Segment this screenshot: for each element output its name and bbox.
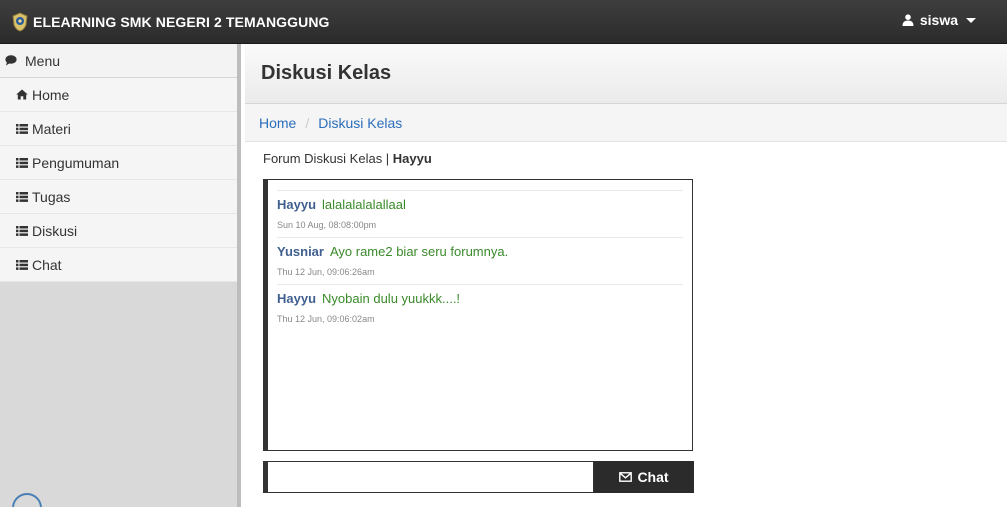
chevron-down-icon xyxy=(966,17,976,23)
forum-title: Forum Diskusi Kelas | Hayyu xyxy=(263,151,432,166)
forum-title-user: Hayyu xyxy=(392,151,432,166)
sidebar-item-label: Pengumuman xyxy=(32,154,120,171)
message-text: lalalalalalallaal xyxy=(322,197,406,212)
sidebar-item-pengumuman[interactable]: Pengumuman xyxy=(0,146,237,180)
sidebar-item-label: Tugas xyxy=(32,188,71,205)
sidebar-item-diskusi[interactable]: Diskusi xyxy=(0,214,237,248)
message-time: Thu 12 Jun, 09:06:02am xyxy=(277,314,375,324)
breadcrumb-separator: / xyxy=(305,114,310,131)
envelope-icon xyxy=(619,472,633,482)
message-time: Sun 10 Aug, 08:08:00pm xyxy=(277,220,377,230)
sidebar: Menu Home Materi Pengumuman Tugas Diskus… xyxy=(0,44,241,507)
main-content: Diskusi Kelas Home / Diskusi Kelas Forum… xyxy=(245,44,1007,507)
user-menu[interactable]: siswa xyxy=(902,12,976,28)
message-user: Hayyu xyxy=(277,291,317,306)
page-title: Diskusi Kelas xyxy=(261,62,392,84)
chat-messages-box[interactable]: Hayyu lalalalalalallaal Sun 10 Aug, 08:08… xyxy=(263,179,693,451)
breadcrumb-home-link[interactable]: Home xyxy=(259,115,296,131)
list-icon xyxy=(16,259,28,270)
school-emblem-icon xyxy=(12,12,28,32)
sidebar-item-label: Home xyxy=(32,86,70,103)
list-icon xyxy=(16,225,28,236)
brand-title: ELEARNING SMK NEGERI 2 TEMANGGUNG xyxy=(33,14,330,30)
sidebar-item-tugas[interactable]: Tugas xyxy=(0,180,237,214)
chat-form: Chat xyxy=(263,461,694,493)
forum-title-prefix: Forum Diskusi Kelas | xyxy=(263,151,393,166)
message-user: Hayyu xyxy=(277,197,317,212)
user-icon xyxy=(902,14,914,26)
message-time: Thu 12 Jun, 09:06:26am xyxy=(277,267,375,277)
user-name: siswa xyxy=(919,12,958,28)
breadcrumb-diskusi-link[interactable]: Diskusi Kelas xyxy=(318,115,402,131)
list-icon xyxy=(16,123,28,134)
sidebar-item-label: Chat xyxy=(32,256,62,273)
chat-input[interactable] xyxy=(263,461,594,493)
comment-icon xyxy=(5,55,17,66)
chat-send-label: Chat xyxy=(637,469,669,485)
chat-send-button[interactable]: Chat xyxy=(594,461,694,493)
sidebar-item-label: Diskusi xyxy=(32,222,78,239)
message-user: Yusniar xyxy=(277,244,324,259)
sidebar-item-home[interactable]: Home xyxy=(0,78,237,112)
home-icon xyxy=(16,89,28,100)
chat-message: Yusniar Ayo rame2 biar seru forumnya. Thu… xyxy=(277,238,683,285)
sidebar-header[interactable]: Menu xyxy=(0,44,237,78)
top-navbar: ELEARNING SMK NEGERI 2 TEMANGGUNG siswa xyxy=(0,0,1007,44)
chat-message: Hayyu lalalalalalallaal Sun 10 Aug, 08:08… xyxy=(277,191,683,238)
chat-message: Hayyu Nyobain dulu yuukkk....! Thu 12 Jun… xyxy=(277,285,683,332)
breadcrumb: Home / Diskusi Kelas xyxy=(245,104,1007,142)
partial-circle-graphic xyxy=(12,493,42,507)
brand[interactable]: ELEARNING SMK NEGERI 2 TEMANGGUNG xyxy=(12,11,330,33)
message-text: Ayo rame2 biar seru forumnya. xyxy=(329,244,509,259)
sidebar-item-label: Materi xyxy=(32,120,71,137)
sidebar-header-label: Menu xyxy=(25,52,61,69)
list-icon xyxy=(16,157,28,168)
divider xyxy=(277,180,683,191)
sidebar-item-materi[interactable]: Materi xyxy=(0,112,237,146)
sidebar-item-chat[interactable]: Chat xyxy=(0,248,237,282)
message-text: Nyobain dulu yuukkk....! xyxy=(322,291,461,306)
list-icon xyxy=(16,191,28,202)
page-header: Diskusi Kelas xyxy=(245,44,1007,104)
